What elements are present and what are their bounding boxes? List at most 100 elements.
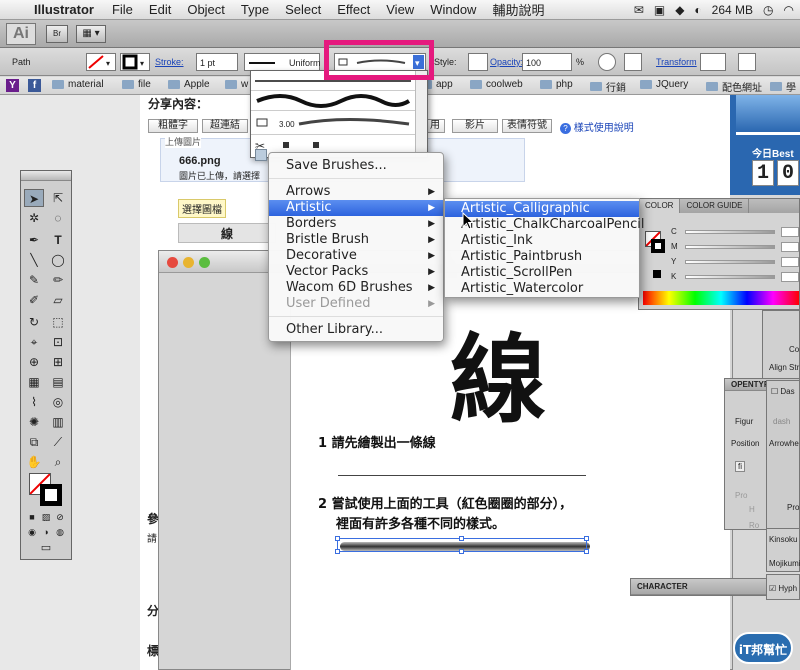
transform-panel-link[interactable]: Transform — [656, 53, 697, 71]
bounding-box-handle[interactable] — [584, 536, 589, 541]
mesh-tool-icon[interactable]: ▦ — [24, 373, 44, 391]
bounding-box-handle[interactable] — [459, 536, 464, 541]
direct-selection-tool-icon[interactable]: ⇱ — [48, 189, 68, 207]
pen-tool-icon[interactable]: ✒ — [24, 231, 44, 249]
type-tool-icon[interactable]: T — [48, 231, 68, 249]
menu-object[interactable]: Object — [179, 2, 233, 17]
magenta-slider[interactable] — [685, 245, 775, 249]
brush-library-menu-icon[interactable] — [255, 149, 267, 161]
tab-color-guide[interactable]: COLOR GUIDE — [680, 199, 750, 213]
submenu-artistic-watercolor[interactable]: Artistic_Watercolor — [445, 281, 639, 297]
magenta-input[interactable] — [781, 242, 799, 252]
ligature-button[interactable]: fi — [735, 461, 745, 472]
drawn-line-path[interactable] — [338, 475, 586, 476]
brush-swatch-row[interactable] — [251, 91, 416, 111]
lasso-tool-icon[interactable]: ◌ — [48, 209, 68, 227]
draw-inside-icon[interactable]: ◍ — [53, 525, 67, 539]
display-icon[interactable]: ▣ — [654, 3, 665, 17]
perspective-grid-tool-icon[interactable]: ⊞ — [48, 353, 68, 371]
bookmark-apple[interactable]: Apple — [168, 79, 210, 90]
yahoo-bookmark[interactable]: Y — [6, 79, 19, 92]
bookmark-marketing[interactable]: 行銷 — [590, 79, 626, 94]
recolor-artwork-icon[interactable] — [598, 53, 616, 71]
yellow-input[interactable] — [781, 257, 799, 267]
submenu-artistic-calligraphic[interactable]: Artistic_Calligraphic — [445, 201, 639, 217]
opacity-panel-link[interactable]: Opacity: — [490, 53, 523, 71]
free-transform-tool-icon[interactable]: ⊡ — [48, 333, 68, 351]
menu-item-wacom-6d[interactable]: Wacom 6D Brushes ▶ — [269, 280, 443, 296]
other-library-item[interactable]: Other Library... — [269, 322, 443, 338]
image-format-button[interactable]: 用 — [425, 119, 445, 133]
yellow-slider[interactable] — [685, 260, 775, 264]
bridge-button[interactable]: Br — [46, 24, 68, 43]
choose-image-button[interactable]: 選擇圖檔 — [178, 199, 226, 218]
paintbrush-tool-icon[interactable]: ✎ — [24, 271, 44, 289]
align-icon[interactable] — [624, 53, 642, 71]
submenu-artistic-chalk-charcoal-pencil[interactable]: Artistic_ChalkCharcoalPencil — [445, 217, 645, 233]
black-input[interactable] — [781, 272, 799, 282]
app-name-menu[interactable]: Illustrator — [30, 2, 104, 17]
fill-swatch[interactable]: ▾ — [86, 53, 116, 71]
bookmark-material[interactable]: material — [52, 79, 104, 90]
isolate-icon[interactable] — [738, 53, 756, 71]
menu-effect[interactable]: Effect — [329, 2, 378, 17]
gradient-tool-icon[interactable]: ▤ — [48, 373, 68, 391]
bounding-box-handle[interactable] — [584, 549, 589, 554]
magic-wand-tool-icon[interactable]: ✲ — [24, 209, 44, 227]
dashed-line-checkbox[interactable]: ☐ Das — [771, 387, 795, 396]
bounding-box-handle[interactable] — [335, 549, 340, 554]
black-slider[interactable] — [685, 275, 775, 279]
bookmark-color-sites[interactable]: 配色網址 — [706, 79, 762, 94]
tab-color[interactable]: COLOR — [639, 199, 681, 213]
mail-icon[interactable]: ✉ — [634, 3, 644, 17]
graphic-style-dropdown[interactable] — [468, 53, 488, 71]
color-stroke-icon[interactable] — [651, 239, 665, 253]
facebook-bookmark[interactable]: f — [28, 79, 41, 92]
bookmark-coolweb[interactable]: coolweb — [470, 79, 523, 90]
screen-mode-icon[interactable]: ▭ — [33, 541, 59, 555]
hyphenate-checkbox[interactable]: ☑ Hyph — [769, 584, 797, 593]
bounding-box-handle[interactable] — [335, 536, 340, 541]
brush-list-scrollbar[interactable] — [415, 71, 427, 157]
memory-icon[interactable]: ◐ — [694, 3, 701, 17]
none-mode-icon[interactable]: ⊘ — [53, 511, 67, 523]
draw-behind-icon[interactable]: ◑ — [39, 525, 53, 539]
submenu-artistic-scrollpen[interactable]: Artistic_ScrollPen — [445, 265, 639, 281]
menu-item-bristle-brush[interactable]: Bristle Brush ▶ — [269, 232, 443, 248]
menu-item-borders[interactable]: Borders ▶ — [269, 216, 443, 232]
stroke-weight-field[interactable]: 1 pt — [196, 53, 238, 71]
black-swatch-icon[interactable] — [653, 270, 661, 278]
bounding-box-handle[interactable] — [459, 549, 464, 554]
close-window-icon[interactable] — [167, 257, 178, 268]
menu-select[interactable]: Select — [277, 2, 329, 17]
scale-tool-icon[interactable]: ⬚ — [48, 313, 68, 331]
save-brushes-item[interactable]: Save Brushes... — [269, 158, 443, 174]
draw-normal-icon[interactable]: ◉ — [25, 525, 39, 539]
stroke-swatch-icon[interactable] — [40, 484, 62, 506]
menu-view[interactable]: View — [378, 2, 422, 17]
ellipse-tool-icon[interactable]: ◯ — [48, 251, 68, 269]
stroke-swatch[interactable]: ▾ — [120, 53, 150, 71]
rotate-tool-icon[interactable]: ↻ — [24, 313, 44, 331]
menu-item-artistic[interactable]: Artistic ▶ — [269, 200, 443, 216]
artboard-tool-icon[interactable]: ⧉ — [24, 433, 44, 451]
selection-tool-icon[interactable]: ➤ — [24, 189, 44, 207]
cyan-slider[interactable] — [685, 230, 775, 234]
bookmark-jquery[interactable]: JQuery — [640, 79, 688, 90]
stroke-panel-link[interactable]: Stroke: — [155, 53, 184, 71]
video-format-button[interactable]: 影片 — [452, 119, 498, 133]
brush-swatch-row[interactable]: 3.00 — [251, 111, 416, 135]
hand-tool-icon[interactable]: ✋ — [24, 453, 44, 471]
menu-item-arrows[interactable]: Arrows ▶ — [269, 184, 443, 200]
arrange-documents-button[interactable]: ▦ ▾ — [76, 24, 106, 43]
line-tool-icon[interactable]: ╲ — [24, 251, 44, 269]
gradient-mode-icon[interactable]: ▨ — [39, 511, 53, 523]
menu-help[interactable]: 輔助說明 — [484, 0, 552, 19]
fill-stroke-swatches[interactable] — [29, 473, 63, 507]
bookmark-php[interactable]: php — [540, 79, 573, 90]
width-tool-icon[interactable]: ⌖ — [24, 333, 44, 351]
symbol-sprayer-tool-icon[interactable]: ✺ — [24, 413, 44, 431]
color-mode-icon[interactable]: ■ — [25, 511, 39, 523]
web-banner-ad[interactable] — [736, 95, 800, 135]
bookmark-file[interactable]: file — [122, 79, 151, 90]
